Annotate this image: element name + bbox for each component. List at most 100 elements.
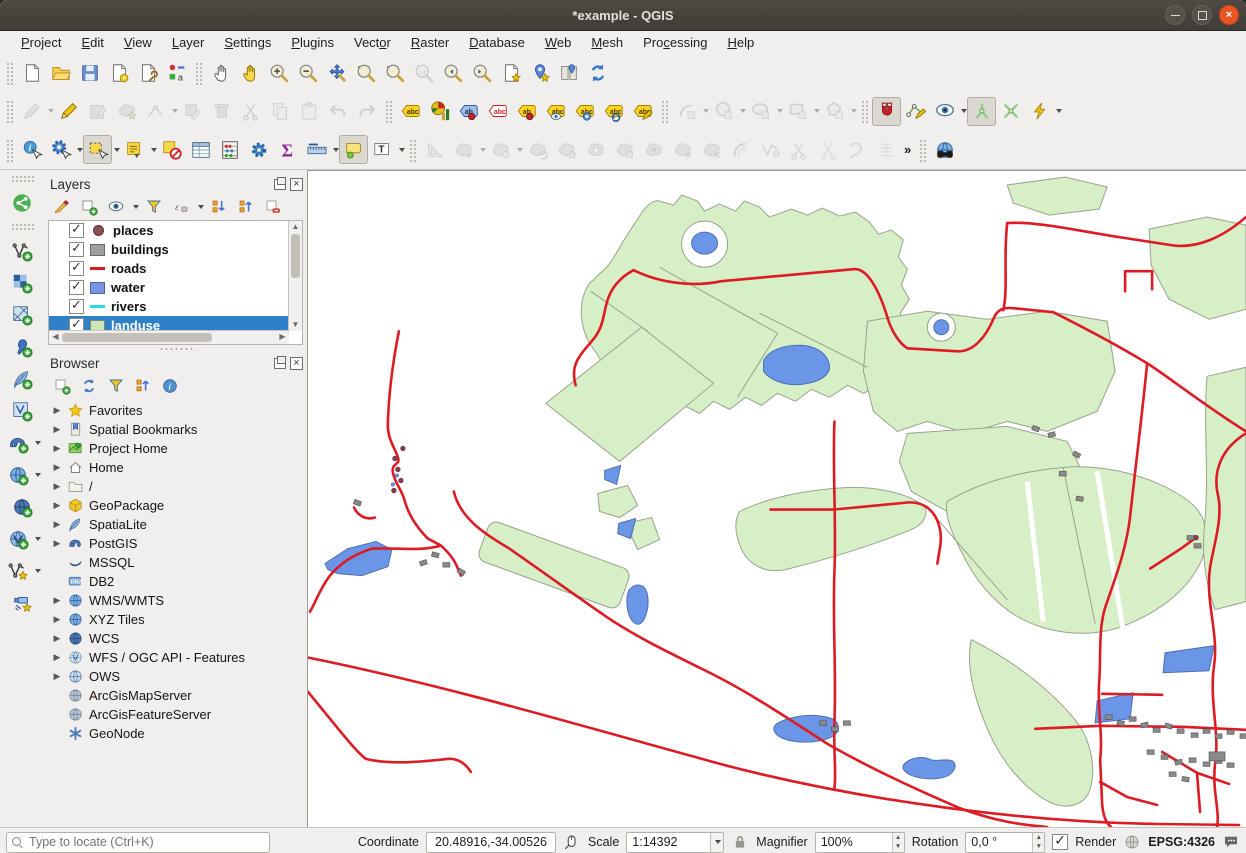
enable-tracing-button[interactable] <box>1025 97 1054 126</box>
layer-item-buildings[interactable]: buildings <box>49 240 289 259</box>
close-button[interactable]: × <box>1219 5 1239 25</box>
text-annotation-dropdown-icon[interactable] <box>399 148 405 152</box>
snapping-options-button[interactable] <box>930 97 959 126</box>
open-project-button[interactable] <box>46 59 75 88</box>
rotate-label-button[interactable]: abc <box>599 97 628 126</box>
add-wfs-layer-button[interactable] <box>4 524 33 553</box>
pan-to-selection-button[interactable] <box>235 59 264 88</box>
menu-processing[interactable]: Processing <box>634 33 716 52</box>
refresh-map-button[interactable] <box>583 59 612 88</box>
topological-editing-button[interactable] <box>967 97 996 126</box>
show-hide-labels-button[interactable]: abc <box>541 97 570 126</box>
data-source-manager-button[interactable] <box>8 188 37 217</box>
toolbar-handle[interactable] <box>10 174 34 183</box>
field-calculator-button[interactable] <box>215 135 244 164</box>
new-map-view-button[interactable] <box>496 59 525 88</box>
zoom-to-layer-button[interactable] <box>380 59 409 88</box>
coordinate-field[interactable] <box>426 832 556 853</box>
layer-item-roads[interactable]: roads <box>49 259 289 278</box>
manage-map-themes-button[interactable] <box>104 195 128 219</box>
open-layer-styling-button[interactable] <box>50 195 74 219</box>
search-plugin-button[interactable] <box>930 135 959 164</box>
remove-layer-button[interactable] <box>261 195 285 219</box>
rotation-down-icon[interactable]: ▼ <box>1033 842 1044 852</box>
identify-features-button[interactable]: i <box>17 135 46 164</box>
expand-arrow-icon[interactable]: ▶ <box>52 652 62 663</box>
add-wfs-layer-dropdown-icon[interactable] <box>35 537 41 541</box>
text-annotation-button[interactable]: T <box>368 135 397 164</box>
menu-plugins[interactable]: Plugins <box>282 33 343 52</box>
show-layout-manager-button[interactable] <box>133 59 162 88</box>
title-bar[interactable]: *example - QGIS × <box>0 0 1246 31</box>
layer-item-landuse[interactable]: landuse <box>49 316 289 331</box>
expand-arrow-icon[interactable]: ▶ <box>52 443 62 454</box>
magnifier-spinbox[interactable]: ▲▼ <box>815 832 905 853</box>
filter-by-expression-dropdown-icon[interactable] <box>198 205 204 209</box>
layer-checkbox-buildings[interactable] <box>69 242 84 257</box>
filter-by-expression-button[interactable]: ε <box>169 195 193 219</box>
select-features-button[interactable] <box>83 135 112 164</box>
rotation-up-icon[interactable]: ▲ <box>1033 833 1044 843</box>
menu-layer[interactable]: Layer <box>163 33 214 52</box>
add-wcs-layer-button[interactable] <box>8 492 37 521</box>
extents-toggle-icon[interactable] <box>563 833 581 851</box>
rotation-input[interactable] <box>966 835 1032 849</box>
panel-splitter[interactable] <box>48 345 305 353</box>
layer-checkbox-places[interactable] <box>69 223 84 238</box>
add-wms-layer-dropdown-icon[interactable] <box>35 473 41 477</box>
run-feature-action-button[interactable] <box>46 135 75 164</box>
menu-database[interactable]: Database <box>460 33 534 52</box>
browser-item-wms-wmts[interactable]: ▶WMS/WMTS <box>48 591 305 610</box>
layer-diagram-button[interactable] <box>425 97 454 126</box>
browser-item-wcs[interactable]: ▶WCS <box>48 629 305 648</box>
add-postgis-layer-button[interactable] <box>4 428 33 457</box>
menu-edit[interactable]: Edit <box>72 33 112 52</box>
menu-help[interactable]: Help <box>718 33 763 52</box>
expand-arrow-icon[interactable]: ▶ <box>52 519 62 530</box>
messages-icon[interactable] <box>1222 833 1240 851</box>
locate-search[interactable] <box>6 832 270 853</box>
toolbar-handle[interactable] <box>860 99 869 123</box>
toolbar-handle[interactable] <box>5 61 14 85</box>
refresh-browser-button[interactable] <box>77 374 101 398</box>
new-shapefile-layer-button[interactable] <box>4 556 33 585</box>
menu-raster[interactable]: Raster <box>402 33 458 52</box>
browser-panel-float-icon[interactable] <box>274 358 286 369</box>
new-print-layout-button[interactable] <box>104 59 133 88</box>
scale-input[interactable] <box>627 835 709 849</box>
toolbar-handle[interactable] <box>10 222 34 231</box>
minimize-button[interactable] <box>1165 5 1185 25</box>
browser-item-ows[interactable]: ▶OWS <box>48 667 305 686</box>
new-spatial-bookmark-button[interactable] <box>525 59 554 88</box>
expand-arrow-icon[interactable]: ▶ <box>52 671 62 682</box>
magnifier-input[interactable] <box>816 835 892 849</box>
toolbar-handle[interactable] <box>5 138 14 162</box>
zoom-next-button[interactable] <box>467 59 496 88</box>
menu-view[interactable]: View <box>115 33 161 52</box>
layer-item-water[interactable]: water <box>49 278 289 297</box>
manage-map-themes-dropdown-icon[interactable] <box>133 205 139 209</box>
add-virtual-layer-button[interactable] <box>8 396 37 425</box>
browser-item-home[interactable]: ▶Home <box>48 458 305 477</box>
add-selected-layers-button[interactable] <box>50 374 74 398</box>
add-postgis-layer-dropdown-icon[interactable] <box>35 441 41 445</box>
add-raster-layer-button[interactable] <box>8 268 37 297</box>
highlight-pinned-labels-button[interactable]: abc <box>483 97 512 126</box>
statistical-summary-button[interactable]: Σ <box>273 135 302 164</box>
browser-item-spatialite[interactable]: ▶SpatiaLite <box>48 515 305 534</box>
add-wms-layer-button[interactable] <box>4 460 33 489</box>
browser-item-xyz-tiles[interactable]: ▶XYZ Tiles <box>48 610 305 629</box>
new-project-button[interactable] <box>17 59 46 88</box>
expand-all-button[interactable] <box>207 195 231 219</box>
locate-input[interactable] <box>27 834 264 850</box>
rotation-spinbox[interactable]: ▲▼ <box>965 832 1045 853</box>
browser-item-wfs-ogc-api-features[interactable]: ▶WFS / OGC API - Features <box>48 648 305 667</box>
render-checkbox[interactable] <box>1052 834 1068 850</box>
change-label-properties-button[interactable]: abc <box>628 97 657 126</box>
expand-arrow-icon[interactable]: ▶ <box>52 405 62 416</box>
browser-item-geonode[interactable]: GeoNode <box>48 724 305 743</box>
browser-item-[interactable]: ▶/ <box>48 477 305 496</box>
pan-map-button[interactable] <box>206 59 235 88</box>
new-shapefile-layer-dropdown-icon[interactable] <box>35 569 41 573</box>
filter-browser-button[interactable] <box>104 374 128 398</box>
